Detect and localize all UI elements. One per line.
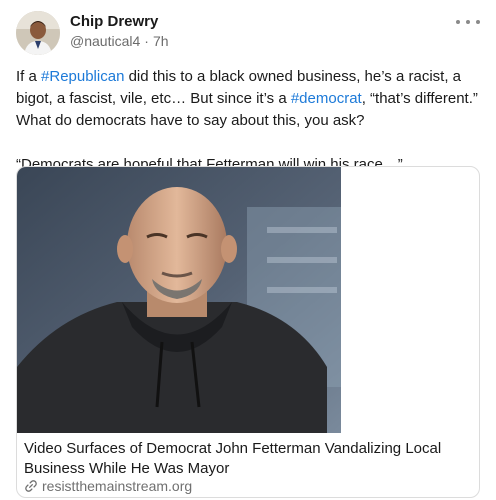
link-preview-domain[interactable]: resistthemainstream.org (24, 478, 192, 494)
author-handle[interactable]: @nautical4 (70, 33, 140, 49)
link-icon (25, 480, 37, 492)
post-text-segment: If a (16, 68, 42, 85)
link-preview-image (17, 167, 341, 433)
link-preview-domain-text: resistthemainstream.org (42, 478, 193, 494)
hashtag-democrat[interactable]: #democrat (291, 90, 362, 107)
post: Chip Drewry @nautical4 · 7h If a #Republic… (0, 0, 496, 500)
more-options-icon[interactable] (456, 14, 480, 30)
avatar[interactable] (16, 11, 60, 55)
author-meta: @nautical4 · 7h (70, 33, 169, 49)
link-preview-card[interactable]: Video Surfaces of Democrat John Fetterma… (16, 166, 480, 498)
author-name[interactable]: Chip Drewry (70, 13, 158, 30)
link-preview-title[interactable]: Video Surfaces of Democrat John Fetterma… (24, 439, 464, 479)
post-timestamp[interactable]: 7h (153, 33, 169, 49)
meta-separator: · (144, 33, 149, 49)
post-text: If a #Republican did this to a black own… (16, 66, 484, 176)
hashtag-republican[interactable]: #Republican (41, 68, 124, 85)
